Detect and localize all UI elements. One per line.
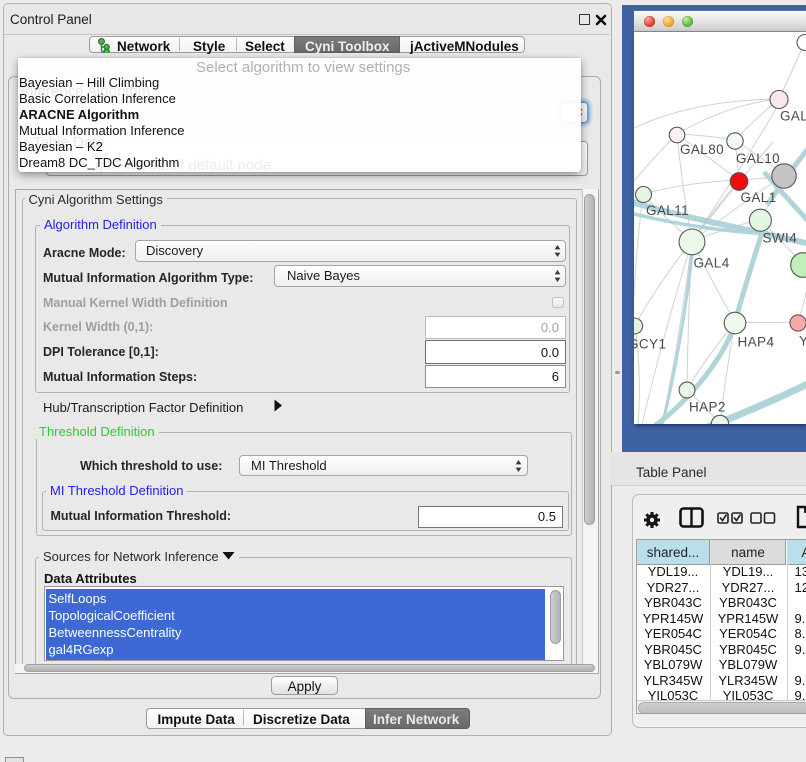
svg-text:SWI4: SWI4 <box>763 230 798 245</box>
svg-text:YLR: YLR <box>799 333 806 348</box>
svg-text:GAL7: GAL7 <box>780 108 806 123</box>
svg-text:GAL80: GAL80 <box>680 142 724 157</box>
svg-text:GAL1: GAL1 <box>741 190 777 205</box>
svg-text:GAL11: GAL11 <box>646 203 689 218</box>
svg-text:GAL10: GAL10 <box>736 151 780 166</box>
svg-text:GAL4: GAL4 <box>694 255 730 270</box>
svg-text:GCY1: GCY1 <box>634 336 666 351</box>
svg-text:HAP2: HAP2 <box>689 399 726 414</box>
svg-text:HAP4: HAP4 <box>738 334 775 349</box>
